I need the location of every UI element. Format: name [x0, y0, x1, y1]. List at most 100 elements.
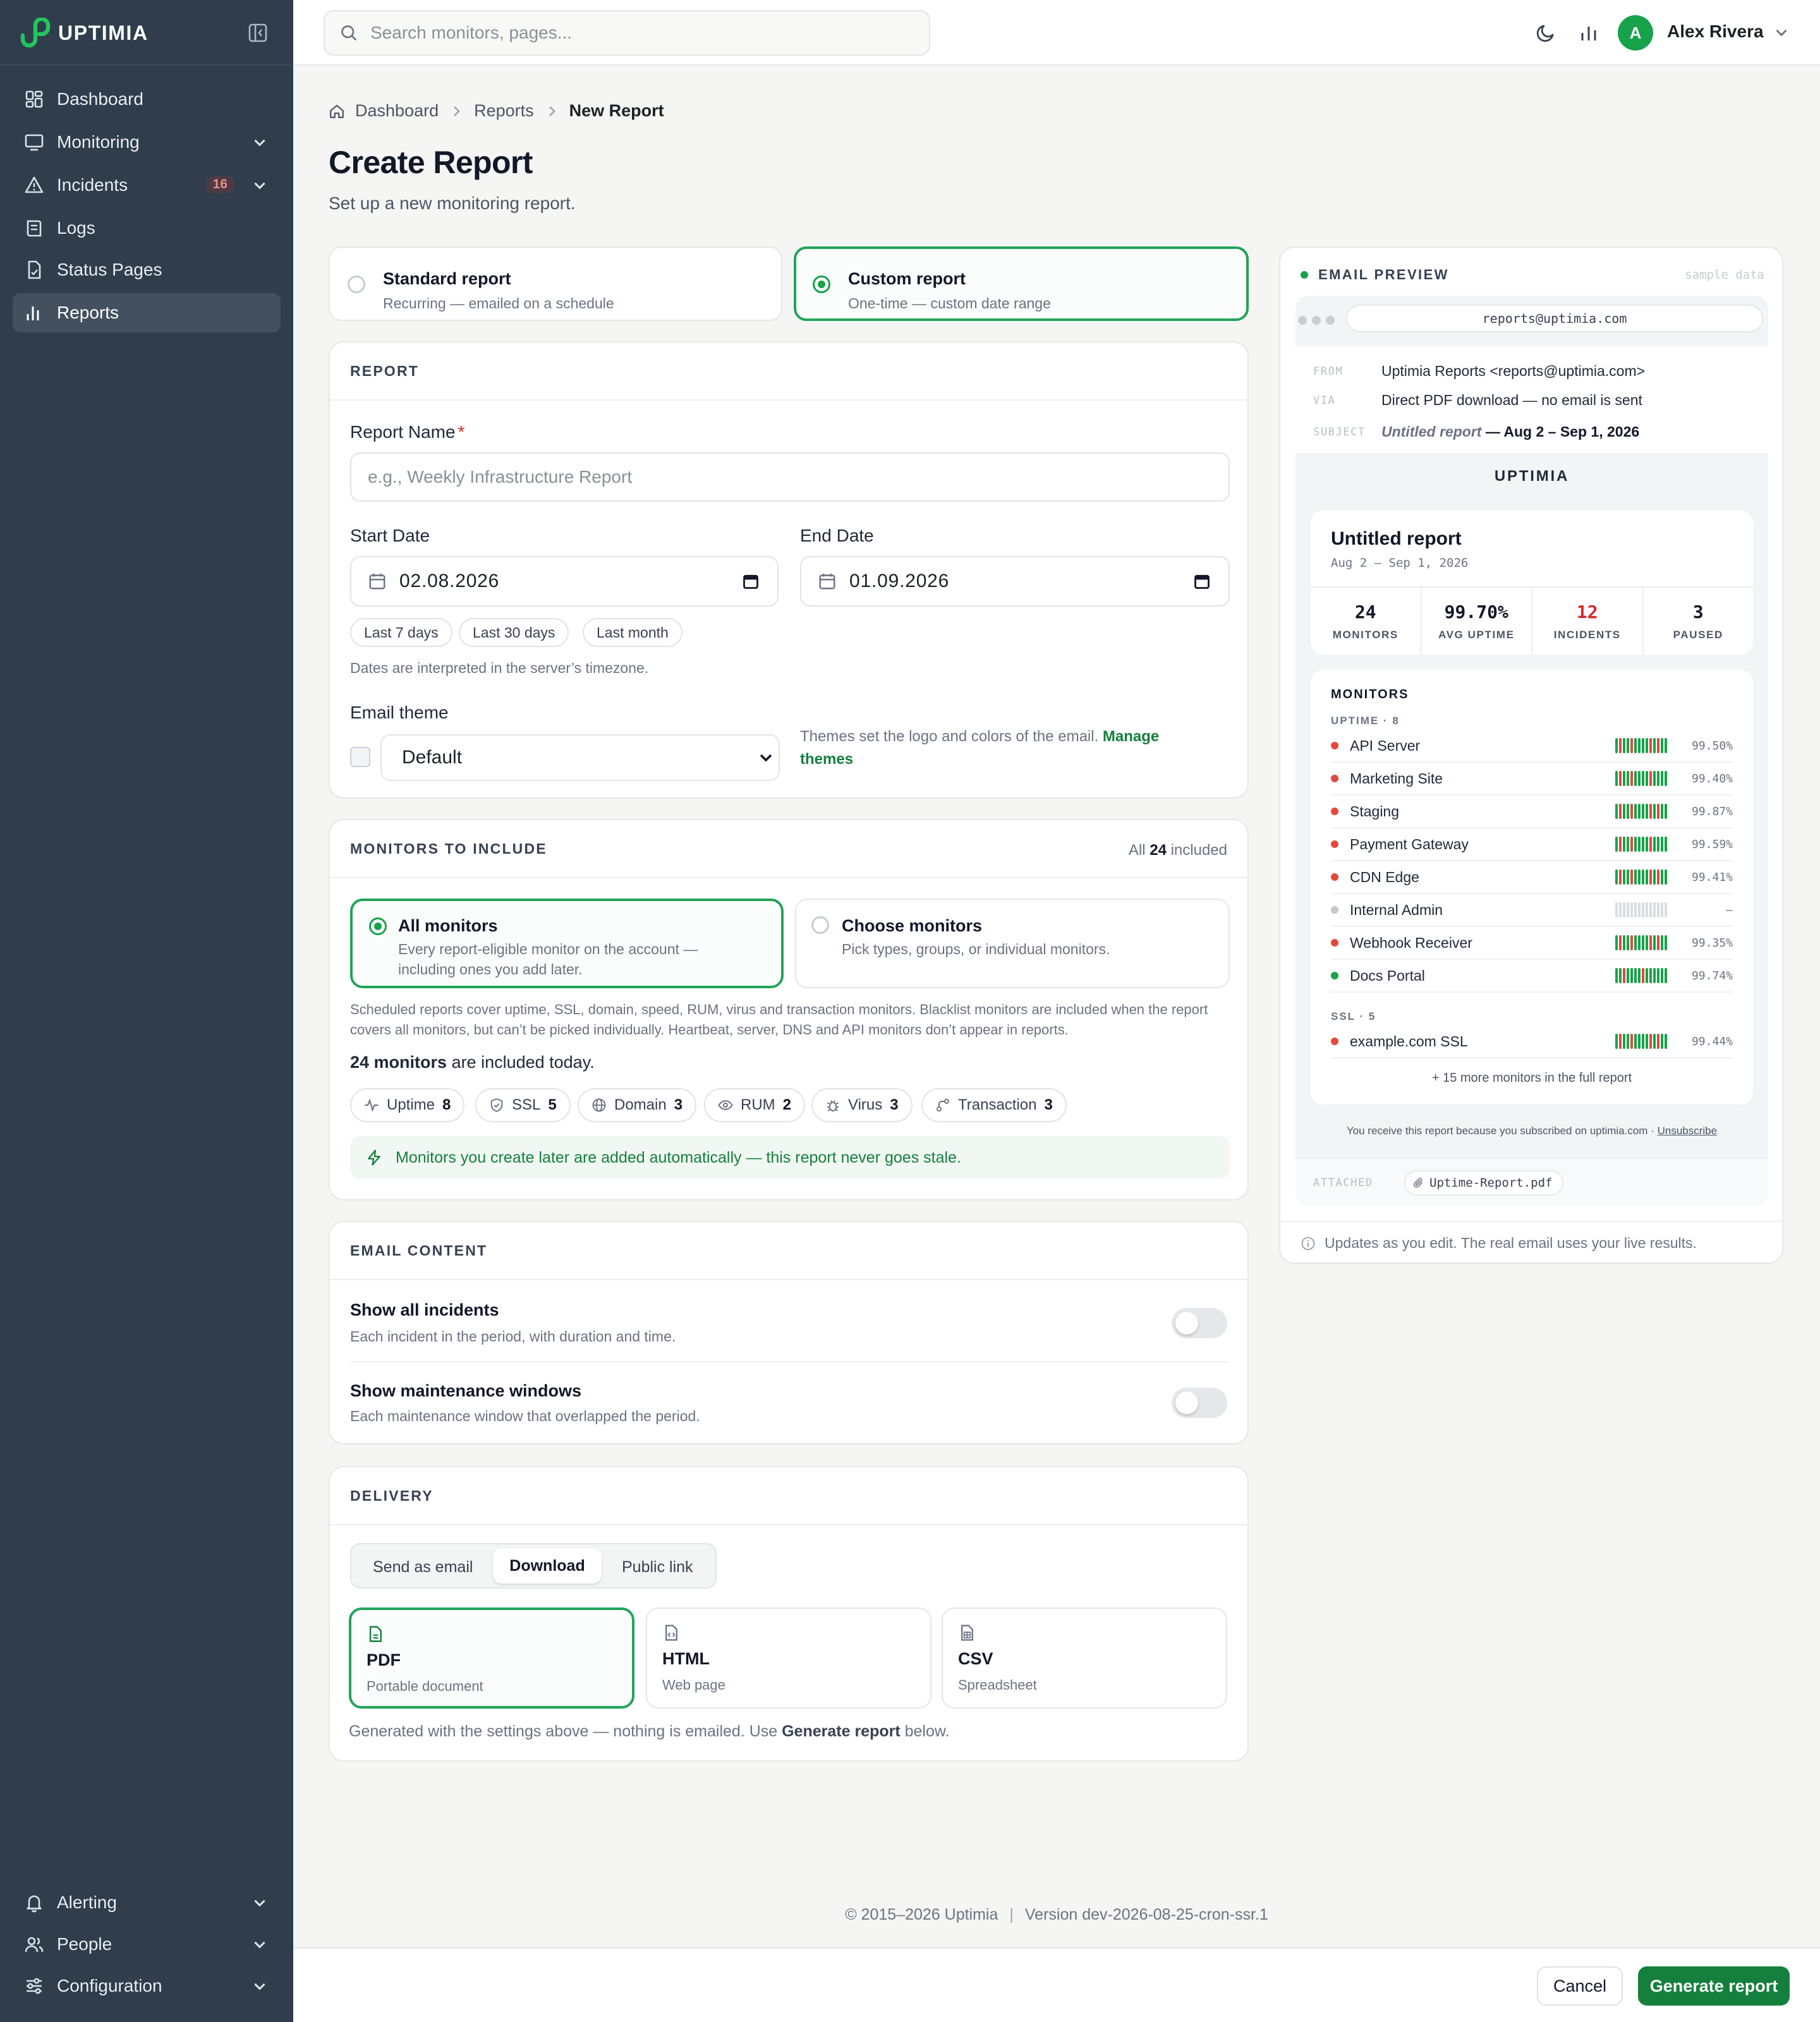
format-csv-option[interactable]: CSV Spreadsheet — [942, 1607, 1227, 1709]
breadcrumb: Dashboard Reports New Report — [329, 101, 664, 121]
all-monitors-option[interactable]: All monitors Every report-eligible monit… — [350, 899, 784, 988]
avatar[interactable]: A — [1618, 15, 1653, 51]
breadcrumb-reports[interactable]: Reports — [474, 101, 534, 121]
bug-icon — [827, 1100, 839, 1111]
choose-monitors-radio[interactable] — [811, 916, 829, 934]
end-date-field[interactable]: 01.09.2026 — [800, 556, 1230, 607]
unsubscribe-link[interactable]: Unsubscribe — [1658, 1125, 1718, 1137]
paperclip-icon — [1413, 1178, 1423, 1188]
note-pre: Generated with the settings above — noth… — [349, 1722, 782, 1740]
stat-label: PAUSED — [1673, 629, 1723, 641]
sidebar-item-reports[interactable]: Reports — [13, 293, 281, 332]
show-incidents-toggle[interactable] — [1172, 1308, 1227, 1338]
uptime-bar — [1642, 968, 1644, 983]
moon-icon[interactable] — [1536, 23, 1556, 43]
quick-range-7-days[interactable]: Last 7 days — [350, 618, 452, 647]
report-name-field[interactable] — [350, 452, 1230, 502]
format-html-option[interactable]: HTML Web page — [646, 1607, 931, 1709]
uptime-bar — [1657, 837, 1659, 852]
status-dot — [1331, 1038, 1338, 1045]
sidebar-item-status-pages[interactable]: Status Pages — [13, 250, 281, 289]
uptime-bar — [1642, 837, 1644, 852]
show-maintenance-toggle[interactable] — [1172, 1388, 1227, 1418]
monitor-uptime-pct: 99.35% — [1691, 936, 1733, 950]
uptime-bar — [1627, 804, 1629, 819]
stats-icon[interactable] — [1579, 23, 1599, 43]
logo[interactable]: UPTIMIA — [18, 18, 149, 48]
format-pdf-option[interactable]: PDF Portable document — [349, 1607, 634, 1709]
search-box[interactable] — [324, 10, 930, 56]
live-dot — [1301, 271, 1308, 279]
chip-count: 3 — [1044, 1096, 1053, 1113]
chevron-down-icon[interactable] — [1773, 24, 1790, 40]
attachment-name: Uptime-Report.pdf — [1429, 1176, 1553, 1190]
stats-row: 24 MONITORS 99.70% AVG UPTIME 12 INCIDENTS … — [1311, 586, 1753, 655]
cancel-button[interactable]: Cancel — [1537, 1966, 1623, 2006]
sidebar-item-alerting[interactable]: Alerting — [13, 1883, 281, 1922]
uptime-bar — [1627, 935, 1629, 950]
calendar-picker-icon[interactable] — [742, 572, 760, 590]
start-date-value: 02.08.2026 — [399, 571, 500, 591]
custom-radio[interactable] — [813, 275, 830, 293]
uptime-bar — [1630, 1034, 1633, 1049]
chip-count: 3 — [890, 1096, 899, 1113]
uptime-bar — [1649, 968, 1652, 983]
theme-select[interactable]: Default — [380, 734, 780, 781]
choose-monitors-option[interactable]: Choose monitors Pick types, groups, or i… — [795, 899, 1230, 988]
uptime-bar — [1619, 935, 1622, 950]
status-dot — [1331, 775, 1338, 782]
end-date-value: 01.09.2026 — [849, 571, 950, 591]
uptime-bar — [1623, 968, 1625, 983]
report-name-input[interactable] — [368, 467, 1228, 487]
email-headers: FROM Uptimia Reports <reports@uptimia.co… — [1295, 346, 1768, 455]
generate-report-button[interactable]: Generate report — [1638, 1966, 1790, 2006]
uptime-bar — [1638, 869, 1641, 885]
incident-count-badge: 16 — [205, 176, 235, 193]
uptime-bar — [1642, 804, 1644, 819]
chip-label: Domain — [614, 1096, 667, 1113]
chevron-down-icon[interactable] — [252, 134, 268, 150]
shield-icon — [490, 1098, 503, 1112]
uptime-bar — [1638, 771, 1641, 786]
standard-radio[interactable] — [348, 275, 365, 293]
sidebar-item-configuration[interactable]: Configuration — [13, 1966, 281, 2006]
sidebar-item-incidents[interactable]: Incidents 16 — [13, 166, 281, 205]
monitor-name: API Server — [1350, 737, 1421, 754]
monitors-list-title: MONITORS — [1331, 687, 1409, 701]
sidebar-collapse-icon[interactable] — [248, 23, 268, 43]
sidebar-item-logs[interactable]: Logs — [13, 209, 281, 248]
sidebar-item-people[interactable]: People — [13, 1925, 281, 1964]
uptime-bar — [1615, 935, 1618, 950]
quick-range-30-days[interactable]: Last 30 days — [459, 618, 569, 647]
sidebar-item-monitoring[interactable]: Monitoring — [13, 123, 281, 162]
tab-public-link[interactable]: Public link — [622, 1558, 693, 1577]
user-name[interactable]: Alex Rivera — [1667, 21, 1764, 42]
chevron-down-icon[interactable] — [252, 1936, 268, 1952]
uptime-bars — [1615, 1034, 1667, 1049]
search-input[interactable] — [370, 23, 901, 43]
chevron-down-icon[interactable] — [252, 177, 268, 193]
option-title: All monitors — [398, 916, 498, 935]
tab-download[interactable]: Download — [493, 1548, 602, 1583]
sidebar-divider — [0, 64, 293, 66]
uptime-bar — [1619, 968, 1622, 983]
uptime-bar — [1623, 738, 1625, 753]
uptime-bar — [1627, 738, 1629, 753]
uptime-bar — [1657, 804, 1659, 819]
chevron-down-icon[interactable] — [252, 1978, 268, 1994]
quick-range-last-month[interactable]: Last month — [583, 618, 682, 647]
start-date-field[interactable]: 02.08.2026 — [350, 556, 779, 607]
report-type-standard[interactable]: Standard report Recurring — emailed on a… — [329, 246, 782, 321]
sidebar-item-dashboard[interactable]: Dashboard — [13, 80, 281, 119]
note-post: below. — [900, 1722, 950, 1740]
calendar-picker-icon[interactable] — [1193, 572, 1211, 590]
uptime-rows: API Server 99.50% Marketing Site 99.40% Stag… — [1331, 730, 1733, 993]
tab-send-as-email[interactable]: Send as email — [373, 1558, 473, 1577]
chevron-down-icon[interactable] — [252, 1894, 268, 1911]
report-type-custom[interactable]: Custom report One-time — custom date ran… — [794, 246, 1249, 321]
uptime-bar — [1657, 869, 1659, 885]
breadcrumb-dashboard[interactable]: Dashboard — [355, 101, 439, 121]
chip-label: Transaction — [958, 1096, 1037, 1113]
chip-label: Uptime — [387, 1096, 435, 1113]
all-monitors-radio[interactable] — [369, 917, 387, 935]
